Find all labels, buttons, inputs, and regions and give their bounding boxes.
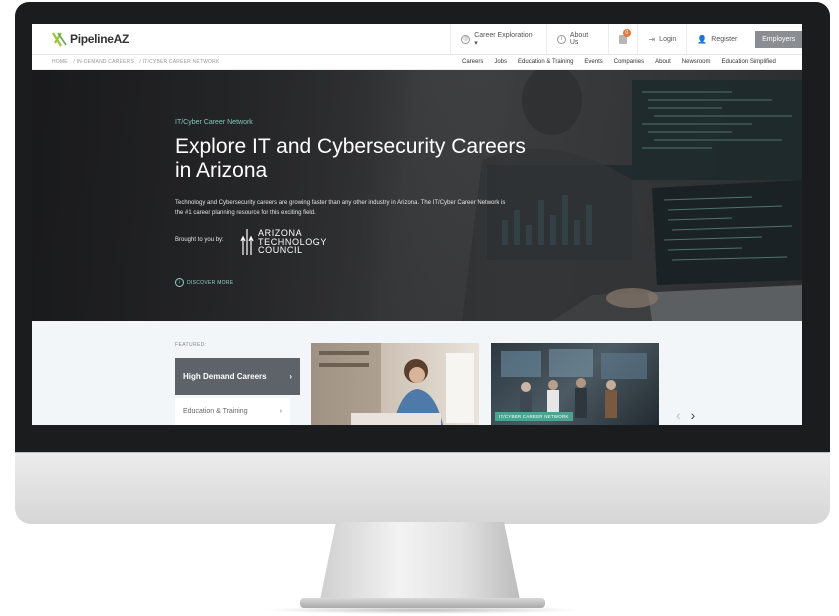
nav-login[interactable]: ⇥ Login bbox=[637, 24, 686, 55]
nav-register[interactable]: 👤 Register bbox=[686, 24, 747, 55]
subnav-events[interactable]: Events bbox=[584, 59, 602, 65]
info-icon: i bbox=[557, 34, 566, 44]
secondary-nav: Careers Jobs Education & Training Events… bbox=[462, 59, 787, 65]
category-label: High Demand Careers bbox=[183, 372, 267, 381]
cart-count-badge: 0 bbox=[622, 28, 631, 37]
subnav-careers[interactable]: Careers bbox=[462, 59, 483, 65]
carousel-arrows: ‹ › bbox=[676, 407, 698, 423]
hero-description: Technology and Cybersecurity careers are… bbox=[175, 200, 506, 216]
card-category-tag: IT/CYBER CAREER NETWORK bbox=[495, 412, 573, 421]
featured-card-1[interactable] bbox=[311, 343, 479, 425]
council-text: ARIZONA TECHNOLOGY COUNCIL bbox=[258, 229, 327, 255]
nav-register-label: Register bbox=[711, 35, 738, 43]
breadcrumb-in-demand[interactable]: / IN-DEMAND CAREERS bbox=[73, 59, 133, 65]
hero-kicker: IT/Cyber Career Network bbox=[175, 119, 253, 126]
employers-button[interactable]: Employers bbox=[755, 30, 802, 48]
login-icon: ⇥ bbox=[648, 34, 656, 44]
discover-more-label: DISCOVER MORE bbox=[187, 279, 234, 286]
chevron-right-icon: › bbox=[279, 408, 282, 415]
nav-about-us[interactable]: i About Us bbox=[546, 24, 608, 55]
breadcrumb-home[interactable]: HOME bbox=[52, 59, 68, 65]
sub-header: HOME / IN-DEMAND CAREERS / IT/CYBER CARE… bbox=[32, 55, 802, 70]
featured-section: FEATURED: High Demand Careers › Educatio… bbox=[32, 321, 802, 425]
category-label: Education & Training bbox=[183, 408, 248, 415]
logo-icon bbox=[52, 32, 67, 47]
chevron-right-icon[interactable]: › bbox=[691, 407, 699, 423]
nav-login-label: Login bbox=[659, 35, 677, 43]
subnav-education[interactable]: Education & Training bbox=[518, 59, 573, 65]
subnav-newsroom[interactable]: Newsroom bbox=[682, 59, 711, 65]
hero-section: IT/Cyber Career Network Explore IT and C… bbox=[32, 70, 802, 321]
nav-career-exploration[interactable]: ◎ Career Exploration ▾ bbox=[450, 24, 546, 55]
arizona-technology-council-logo[interactable]: ARIZONA TECHNOLOGY COUNCIL bbox=[240, 227, 327, 257]
cart-button[interactable]: 0 bbox=[607, 24, 638, 55]
hero-title: Explore IT and Cybersecurity Careers in … bbox=[175, 135, 526, 182]
brought-by-label: Brought to you by: bbox=[175, 237, 224, 243]
screen: PipelineAZ ◎ Career Exploration ▾ i Abou… bbox=[32, 24, 802, 425]
category-high-demand-careers[interactable]: High Demand Careers › bbox=[175, 358, 300, 395]
nav-career-exploration-label: Career Exploration ▾ bbox=[474, 31, 533, 47]
featured-card-2[interactable]: IT/CYBER CAREER NETWORK bbox=[491, 343, 659, 425]
featured-label: FEATURED: bbox=[175, 342, 207, 348]
category-education-training[interactable]: Education & Training › bbox=[175, 398, 290, 425]
logo-text: PipelineAZ bbox=[70, 32, 130, 46]
subnav-companies[interactable]: Companies bbox=[614, 59, 644, 65]
chevron-left-icon[interactable]: ‹ bbox=[676, 407, 684, 423]
nav-about-us-label: About Us bbox=[569, 32, 589, 46]
monitor-chin bbox=[15, 452, 830, 524]
user-plus-icon: 👤 bbox=[697, 34, 708, 44]
woman-at-laptop-image bbox=[311, 343, 474, 425]
subnav-education-simplified[interactable]: Education Simplified bbox=[721, 59, 775, 65]
compass-icon: ◎ bbox=[461, 34, 471, 44]
site-logo[interactable]: PipelineAZ bbox=[52, 31, 450, 47]
council-emblem-icon bbox=[240, 229, 254, 255]
council-line-3: COUNCIL bbox=[258, 245, 303, 256]
breadcrumb: HOME / IN-DEMAND CAREERS / IT/CYBER CARE… bbox=[52, 59, 462, 65]
subnav-about[interactable]: About bbox=[655, 59, 671, 65]
arrow-down-circle-icon: ↓ bbox=[175, 278, 184, 287]
hero-overlay bbox=[32, 70, 502, 321]
monitor-stand-neck bbox=[320, 522, 520, 600]
site-header: PipelineAZ ◎ Career Exploration ▾ i Abou… bbox=[32, 24, 802, 55]
monitor-stand-base bbox=[300, 598, 545, 608]
chevron-right-icon: › bbox=[289, 372, 292, 381]
subnav-jobs[interactable]: Jobs bbox=[494, 59, 507, 65]
breadcrumb-current: / IT/CYBER CAREER NETWORK bbox=[139, 59, 220, 65]
discover-more-link[interactable]: ↓ DISCOVER MORE bbox=[175, 278, 233, 287]
